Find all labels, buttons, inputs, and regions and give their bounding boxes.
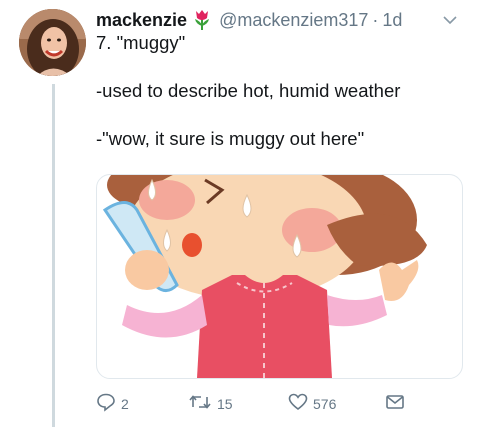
like-button[interactable]: 576 (288, 392, 336, 415)
tweet-line: 7. "muggy" (96, 32, 186, 53)
tulip-icon (193, 9, 211, 31)
reply-icon (96, 392, 116, 415)
reply-button[interactable]: 2 (96, 392, 129, 415)
heart-icon (288, 392, 308, 415)
reply-count: 2 (121, 395, 129, 412)
retweet-count: 15 (217, 395, 233, 412)
tweet-actions: 2 15 576 (96, 392, 456, 416)
user-handle[interactable]: @mackenziem317 (219, 7, 368, 33)
direct-message-button[interactable] (385, 392, 405, 415)
chevron-down-icon[interactable] (442, 12, 458, 28)
tweet-line (96, 103, 468, 127)
tweet-header: mackenzie @mackenziem317 · 1d (96, 7, 470, 33)
avatar[interactable] (19, 9, 86, 76)
tweet-media-image[interactable] (96, 174, 463, 379)
like-count: 576 (313, 395, 337, 412)
tweet-line (96, 55, 468, 79)
retweet-button[interactable]: 15 (188, 392, 233, 415)
separator-dot: · (372, 10, 379, 30)
envelope-icon (385, 392, 405, 415)
display-name[interactable]: mackenzie (96, 7, 187, 33)
tweet-line: -"wow, it sure is muggy out here" (96, 128, 365, 149)
timestamp[interactable]: 1d (382, 7, 402, 33)
tweet-line: -used to describe hot, humid weather (96, 80, 401, 101)
retweet-icon (188, 392, 212, 415)
tweet-text: 7. "muggy" -used to describe hot, humid … (96, 31, 468, 151)
thread-line (52, 84, 55, 427)
